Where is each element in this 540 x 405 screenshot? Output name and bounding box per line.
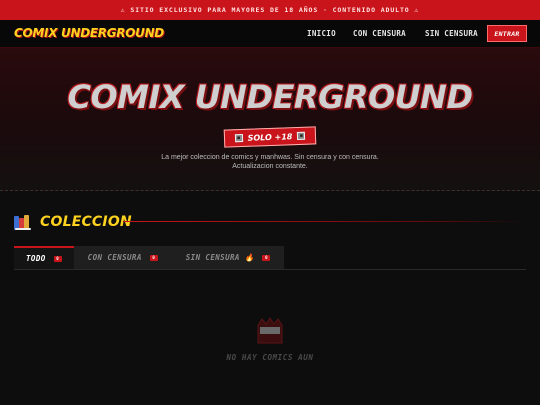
no-comics-icon <box>254 313 286 345</box>
hero-subtitle-line1: La mejor coleccion de comics y manhwas. … <box>161 154 379 161</box>
collection-header: COLECCION <box>14 211 132 233</box>
age-warning-text: ⚠ SITIO EXCLUSIVO PARA MAYORES DE 18 AÑO… <box>120 6 420 14</box>
nav-link-inicio[interactable]: INICIO <box>307 29 336 38</box>
tab-sin-censura[interactable]: SIN CENSURA 🔥 0 <box>171 246 285 269</box>
tabs-underline <box>14 269 526 270</box>
empty-state-text: NO HAY COMICS AUN <box>226 353 314 362</box>
tab-todo[interactable]: TODO 0 <box>14 246 74 269</box>
hero-banner: COMIX UNDERGROUND ▪ SOLO +18 ▪ La mejor … <box>0 48 540 191</box>
adults-only-badge: ▪ SOLO +18 ▪ <box>223 126 317 148</box>
censor-square-icon: ▪ <box>297 131 306 141</box>
hero-subtitle-line2: Actualizacion constante. <box>232 163 308 170</box>
tab-count: 0 <box>149 254 158 261</box>
books-icon <box>14 214 32 230</box>
nav-link-sin-censura[interactable]: SIN CENSURA <box>425 29 478 38</box>
enter-button[interactable]: ENTRAR <box>487 25 527 42</box>
tab-label: SIN CENSURA 🔥 <box>185 253 255 262</box>
tab-count: 0 <box>262 254 271 261</box>
site-logo[interactable]: COMIX UNDERGROUND <box>14 26 164 40</box>
section-divider <box>123 221 526 222</box>
tab-label: TODO <box>26 254 46 263</box>
tab-con-censura[interactable]: CON CENSURA 0 <box>73 246 172 269</box>
age-warning-bar: ⚠ SITIO EXCLUSIVO PARA MAYORES DE 18 AÑO… <box>0 0 540 20</box>
hero-subtitle: La mejor coleccion de comics y manhwas. … <box>0 153 540 171</box>
nav-link-con-censura[interactable]: CON CENSURA <box>353 29 406 38</box>
tab-count: 0 <box>53 255 62 262</box>
top-navbar: COMIX UNDERGROUND INICIO CON CENSURA SIN… <box>0 20 540 48</box>
collection-title: COLECCION <box>40 214 132 230</box>
censor-square-icon: ▪ <box>234 133 243 143</box>
badge-label: SOLO +18 <box>247 131 293 143</box>
tab-label: CON CENSURA <box>87 253 142 262</box>
hero-title: COMIX UNDERGROUND <box>67 78 473 116</box>
collection-tabs: TODO 0 CON CENSURA 0 SIN CENSURA 🔥 0 <box>14 246 285 269</box>
